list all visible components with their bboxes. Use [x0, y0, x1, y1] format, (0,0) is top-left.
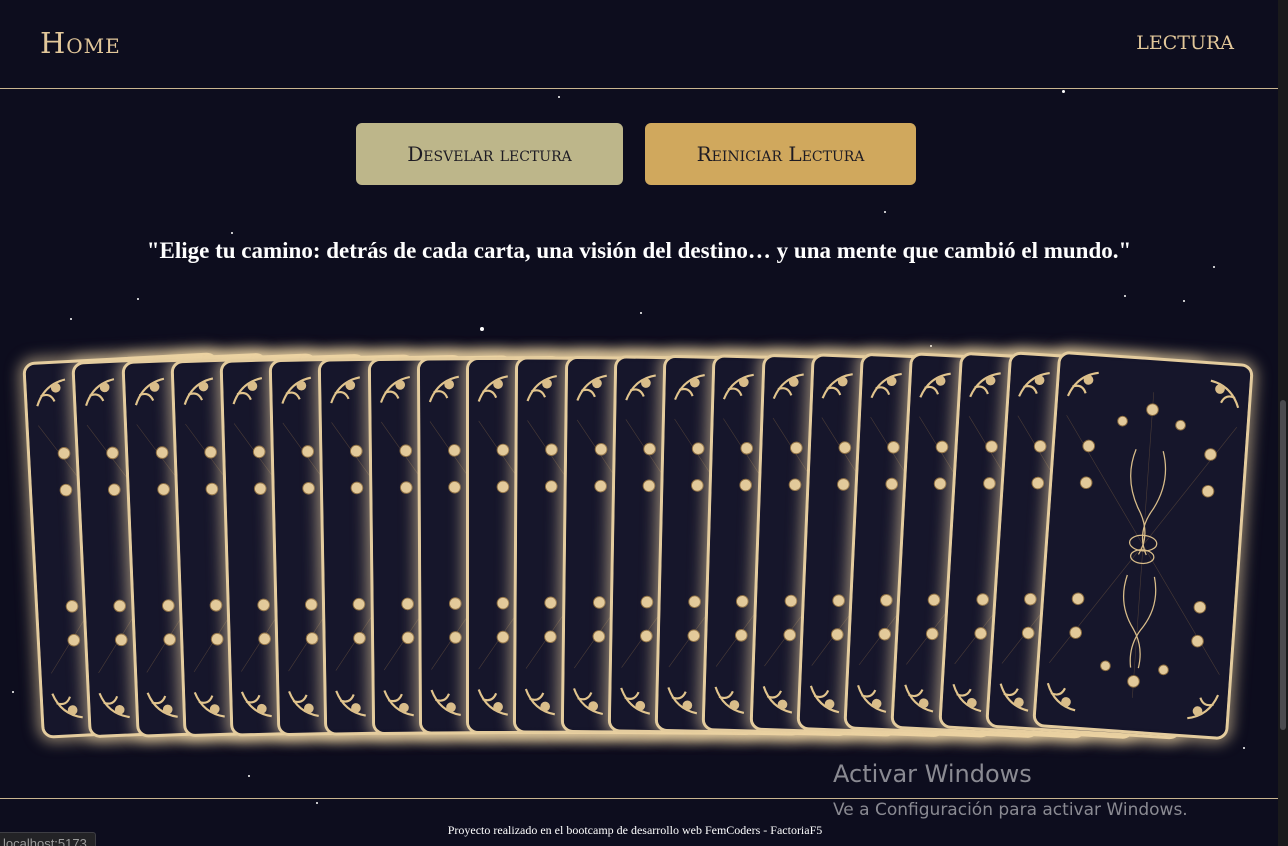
- scrollbar-thumb[interactable]: [1280, 400, 1286, 730]
- page-scrollbar[interactable]: [1278, 0, 1288, 846]
- card-back-icon: [1035, 356, 1251, 735]
- footer-divider: [0, 798, 1278, 799]
- windows-activation-subtitle: Ve a Configuración para activar Windows.: [833, 800, 1188, 820]
- status-bar-url: localhost:5173: [0, 832, 96, 846]
- tarot-card[interactable]: [1032, 350, 1254, 741]
- windows-activation-title: Activar Windows: [833, 760, 1032, 788]
- footer-credit: Proyecto realizado en el bootcamp de des…: [447, 823, 823, 837]
- card-deck: [0, 0, 1288, 846]
